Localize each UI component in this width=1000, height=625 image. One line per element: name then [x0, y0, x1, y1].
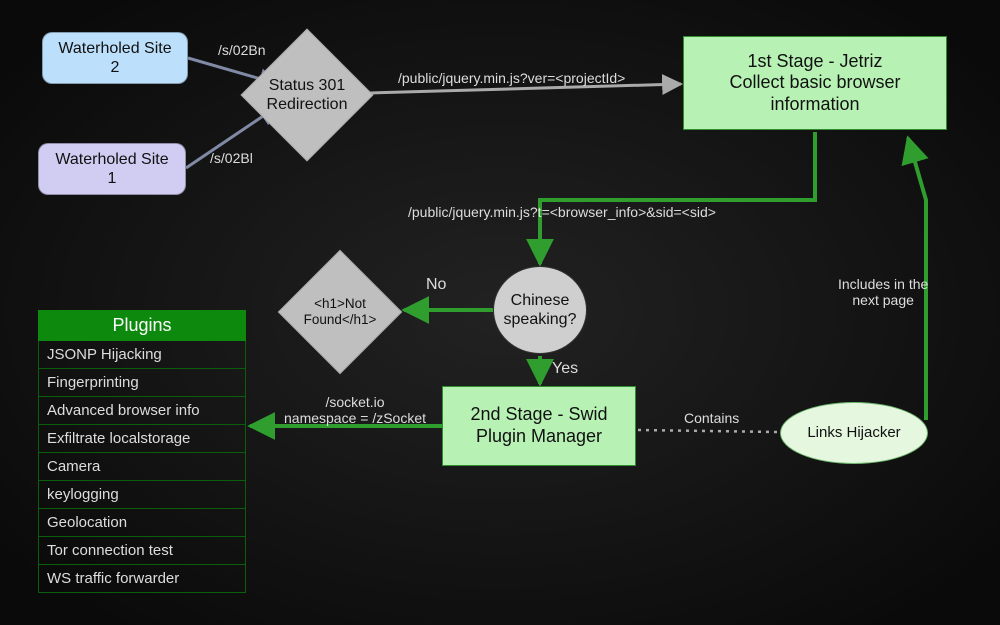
edge-label-contains: Contains [684, 410, 739, 426]
node-label: <h1>NotFound</h1> [285, 296, 395, 328]
node-label: Waterholed Site2 [58, 39, 171, 77]
node-label: Links Hijacker [807, 424, 900, 442]
plugins-row: Tor connection test [38, 537, 246, 565]
node-waterholed-site-1: Waterholed Site1 [38, 143, 186, 195]
plugins-row: JSONP Hijacking [38, 341, 246, 369]
edge-label-no: No [426, 276, 446, 294]
edge-s2-ell [638, 430, 778, 432]
edge-label-d1-s1: /public/jquery.min.js?ver=<projectId> [398, 70, 625, 86]
edge-label-includes: Includes in thenext page [838, 276, 928, 308]
node-label: Status 301Redirection [247, 76, 367, 114]
plugins-header: Plugins [38, 310, 246, 341]
edge-label-s1-dec: /public/jquery.min.js?t=<browser_info>&s… [408, 204, 716, 220]
node-stage-1-jetriz: 1st Stage - JetrizCollect basic browseri… [683, 36, 947, 130]
node-links-hijacker: Links Hijacker [780, 402, 928, 464]
plugins-row: Fingerprinting [38, 369, 246, 397]
plugins-table: Plugins JSONP Hijacking Fingerprinting A… [38, 310, 246, 593]
edge-s1-dec [540, 132, 815, 264]
edge-label-yes: Yes [552, 360, 578, 378]
node-label: 2nd Stage - SwidPlugin Manager [470, 404, 607, 447]
plugins-row: keylogging [38, 481, 246, 509]
node-label: Chinesespeaking? [504, 291, 577, 329]
plugins-row: Geolocation [38, 509, 246, 537]
node-label: Waterholed Site1 [55, 150, 168, 188]
node-decision-chinese-speaking: Chinesespeaking? [493, 266, 587, 354]
node-label: 1st Stage - JetrizCollect basic browseri… [729, 51, 900, 116]
edge-label-wh1-d1: /s/02Bl [210, 150, 253, 166]
node-stage-2-swid: 2nd Stage - SwidPlugin Manager [442, 386, 636, 466]
node-status-301-redirection: Status 301Redirection [260, 48, 354, 142]
node-not-found: <h1>NotFound</h1> [296, 268, 384, 356]
edge-label-s2-plug: /socket.ionamespace = /zSocket [284, 394, 426, 426]
plugins-row: WS traffic forwarder [38, 565, 246, 593]
plugins-row: Exfiltrate localstorage [38, 425, 246, 453]
edge-label-wh2-d1: /s/02Bn [218, 42, 265, 58]
plugins-row: Camera [38, 453, 246, 481]
plugins-row: Advanced browser info [38, 397, 246, 425]
node-waterholed-site-2: Waterholed Site2 [42, 32, 188, 84]
